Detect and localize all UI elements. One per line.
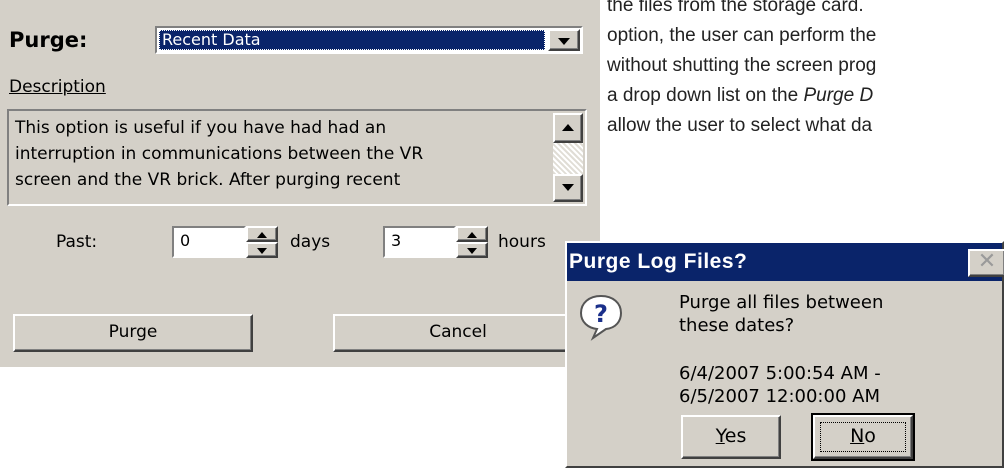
arrow-up-icon [257, 232, 267, 238]
purge-button[interactable]: Purge [13, 314, 253, 352]
hours-increment-button[interactable] [456, 226, 488, 242]
arrow-down-icon [257, 248, 267, 254]
hours-input[interactable]: 3 [383, 226, 456, 258]
arrow-up-icon [467, 232, 477, 238]
message-text: Purge all files between these dates? [679, 291, 999, 337]
message-line: these dates? [679, 315, 795, 336]
doc-line: without shutting the screen prog [607, 55, 877, 76]
arrow-down-icon [467, 248, 477, 254]
scroll-down-button[interactable] [553, 174, 583, 202]
arrow-down-icon [562, 184, 574, 191]
doc-line: a drop down list on the Purge D [607, 81, 873, 111]
days-label: days [290, 232, 331, 252]
days-decrement-button[interactable] [246, 242, 278, 258]
days-input[interactable]: 0 [172, 226, 246, 258]
days-spinner [246, 226, 278, 258]
question-glyph: ? [594, 300, 608, 328]
close-icon: ✕ [977, 249, 997, 274]
doc-line-text: a drop down list on the [607, 85, 799, 106]
doc-line: the files from the storage card. [607, 0, 864, 16]
focus-ring [820, 422, 906, 452]
description-box: This option is useful if you have had ha… [7, 109, 587, 206]
date-line: 6/5/2007 12:00:00 AM [679, 386, 880, 407]
cancel-button[interactable]: Cancel [333, 314, 583, 352]
yes-hotkey: Y [715, 425, 725, 447]
description-line: This option is useful if you have had ha… [15, 118, 387, 138]
hours-label: hours [498, 232, 546, 252]
dialog-title: Purge Log Files? [569, 250, 748, 273]
title-bar: Purge Log Files? ✕ [567, 243, 1004, 281]
document-text: the files from the storage card. option,… [607, 0, 1004, 160]
hours-decrement-button[interactable] [456, 242, 488, 258]
close-button[interactable]: ✕ [968, 249, 1004, 277]
yes-button[interactable]: Yes [681, 415, 781, 459]
chevron-down-icon [558, 38, 570, 45]
date-line: 6/4/2007 5:00:54 AM - [679, 363, 881, 384]
purge-label: Purge: [9, 28, 88, 52]
message-line: Purge all files between [679, 292, 884, 313]
doc-line: allow the user to select what da [607, 115, 873, 136]
purge-type-value: Recent Data [159, 30, 545, 50]
no-button[interactable]: No [811, 413, 915, 461]
past-label: Past: [56, 232, 98, 252]
purge-type-select[interactable]: Recent Data [155, 26, 583, 54]
dropdown-button[interactable] [548, 29, 580, 51]
days-increment-button[interactable] [246, 226, 278, 242]
description-line: screen and the VR brick. After purging r… [15, 170, 401, 190]
purge-log-files-dialog: Purge Log Files? ✕ ? Purge all files bet… [565, 241, 1004, 468]
yes-label: es [724, 425, 747, 447]
scroll-up-button[interactable] [553, 113, 583, 143]
doc-line: option, the user can perform the [607, 25, 877, 46]
doc-line-emphasis: Purge D [803, 85, 874, 106]
date-range-text: 6/4/2007 5:00:54 AM - 6/5/2007 12:00:00 … [679, 362, 999, 408]
arrow-up-icon [562, 124, 574, 131]
description-line: interruption in communications between t… [15, 144, 424, 164]
description-label: Description [9, 77, 106, 97]
purge-dialog: Purge: Recent Data Description This opti… [0, 0, 600, 367]
description-text: This option is useful if you have had ha… [15, 115, 535, 193]
question-icon: ? [579, 294, 623, 341]
hours-spinner [456, 226, 488, 258]
